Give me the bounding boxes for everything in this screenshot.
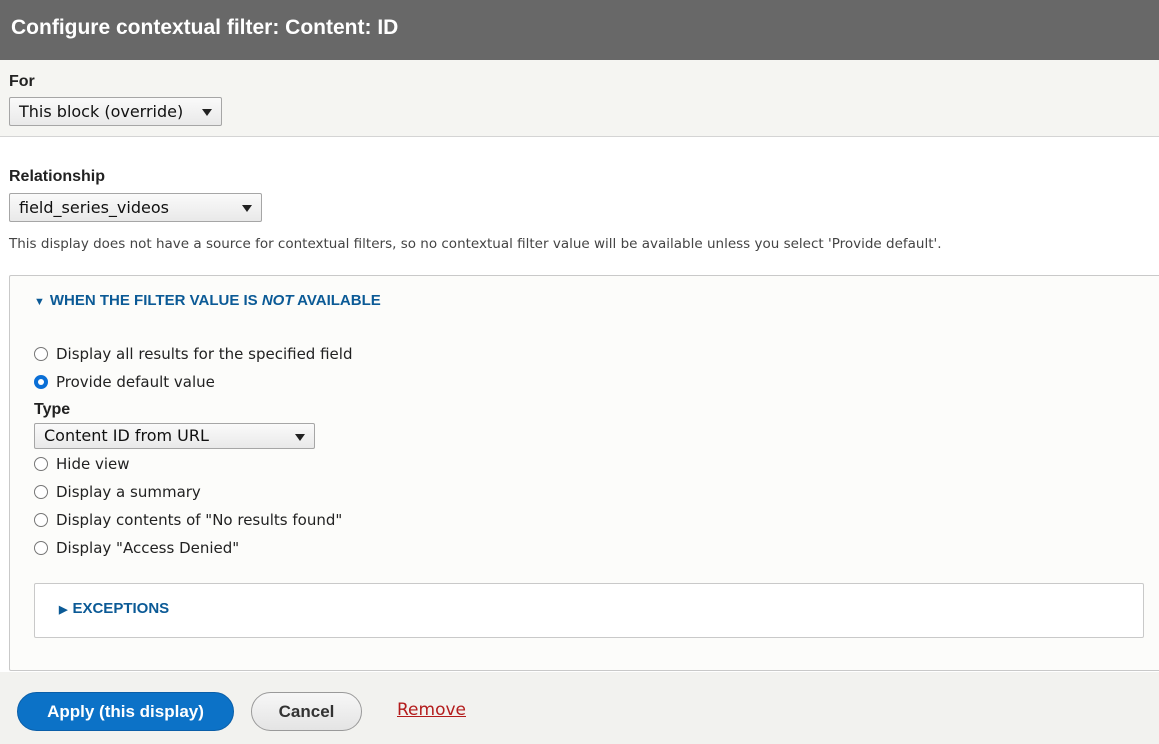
triangle-down-icon: ▼ [34, 296, 45, 308]
exceptions-fieldset [34, 583, 1144, 638]
summary-prefix: WHEN THE FILTER VALUE IS [49, 292, 262, 309]
summary-suffix: AVAILABLE [293, 292, 381, 309]
summary-emphasis: NOT [261, 292, 294, 309]
radio-button[interactable] [34, 457, 48, 471]
radio-button[interactable] [34, 485, 48, 499]
radio-button[interactable] [34, 347, 48, 361]
exceptions-summary[interactable]: ▶ EXCEPTIONS [59, 600, 169, 617]
type-select-value: Content ID from URL [44, 426, 209, 445]
remove-link[interactable]: Remove [397, 700, 466, 720]
radio-button[interactable] [34, 375, 48, 389]
relationship-label: Relationship [9, 168, 106, 185]
radio-no-results[interactable]: Display contents of "No results found" [34, 511, 342, 529]
radio-label: Display a summary [56, 483, 201, 501]
type-select[interactable]: Content ID from URL [34, 423, 315, 449]
radio-label: Hide view [56, 455, 130, 473]
cancel-button[interactable]: Cancel [251, 692, 362, 731]
chevron-down-icon [295, 434, 305, 441]
for-label: For [9, 73, 35, 90]
for-select[interactable]: This block (override) [9, 97, 222, 126]
radio-label: Provide default value [56, 373, 215, 391]
relationship-description: This display does not have a source for … [9, 236, 942, 252]
radio-access-denied[interactable]: Display "Access Denied" [34, 539, 239, 557]
radio-display-all[interactable]: Display all results for the specified fi… [34, 345, 352, 363]
type-label: Type [34, 401, 71, 418]
radio-hide-view[interactable]: Hide view [34, 455, 130, 473]
radio-provide-default[interactable]: Provide default value [34, 373, 215, 391]
radio-label: Display all results for the specified fi… [56, 345, 353, 363]
radio-label: Display contents of "No results found" [56, 511, 343, 529]
triangle-right-icon: ▶ [59, 604, 68, 616]
not-available-summary[interactable]: ▼ WHEN THE FILTER VALUE IS NOT AVAILABLE [34, 292, 381, 309]
relationship-select[interactable]: field_series_videos [9, 193, 262, 222]
relationship-select-value: field_series_videos [19, 198, 169, 217]
radio-button[interactable] [34, 513, 48, 527]
chevron-down-icon [242, 205, 252, 212]
apply-button[interactable]: Apply (this display) [17, 692, 234, 731]
radio-display-summary[interactable]: Display a summary [34, 483, 201, 501]
exceptions-label: EXCEPTIONS [72, 600, 170, 617]
dialog-title: Configure contextual filter: Content: ID [0, 0, 1159, 60]
for-select-value: This block (override) [19, 102, 184, 121]
radio-button[interactable] [34, 541, 48, 555]
radio-label: Display "Access Denied" [56, 539, 240, 557]
chevron-down-icon [202, 109, 212, 116]
